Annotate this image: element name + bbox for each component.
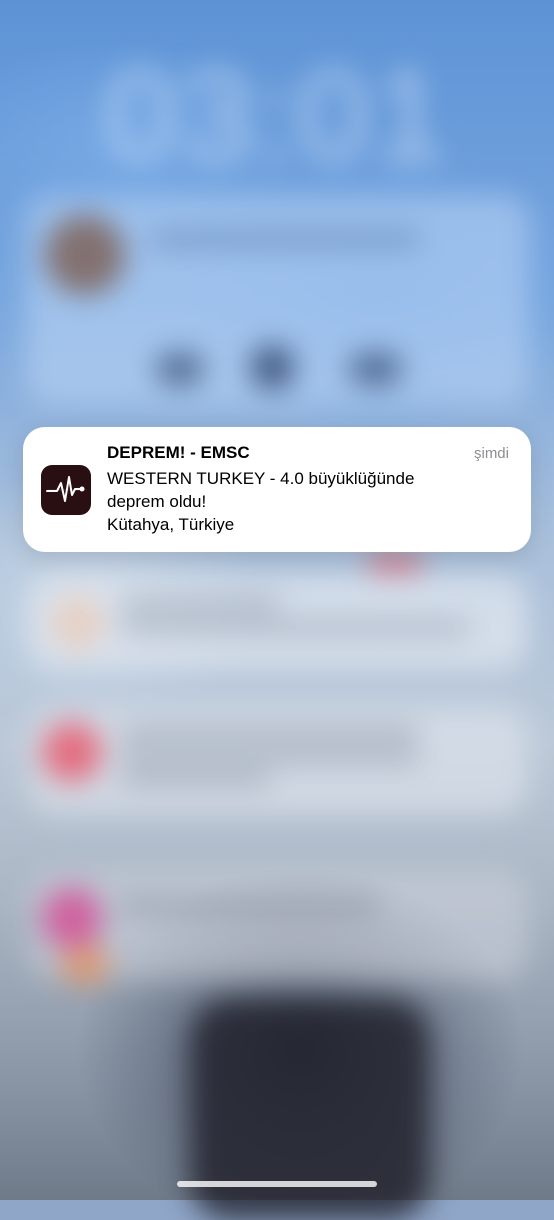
earthquake-notification[interactable]: DEPREM! - EMSC şimdi WESTERN TURKEY - 4.…: [23, 427, 531, 552]
notification-timestamp: şimdi: [473, 445, 509, 462]
notification-message: WESTERN TURKEY - 4.0 büyüklüğünde deprem…: [107, 469, 415, 534]
seismograph-icon: [41, 465, 91, 515]
lock-screen-clock: 03:01: [104, 42, 450, 188]
home-indicator[interactable]: [177, 1181, 377, 1187]
blurred-lock-screen-content: 03:01: [0, 0, 554, 1220]
notification-app-name: DEPREM! - EMSC: [107, 443, 250, 462]
